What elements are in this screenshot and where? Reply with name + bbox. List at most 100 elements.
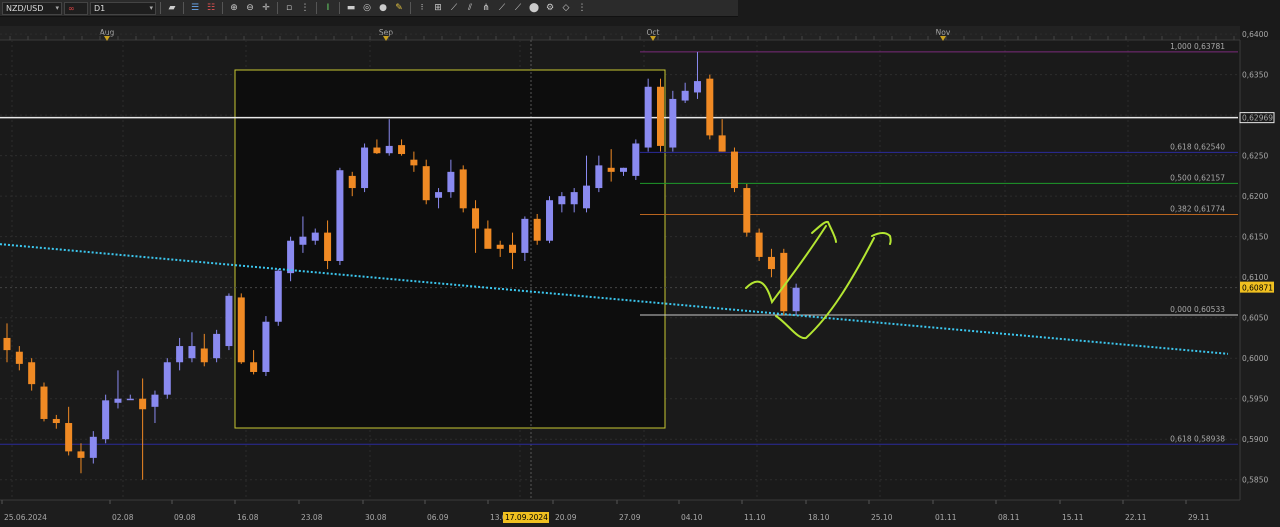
candle-body [484,228,492,249]
more-icon[interactable]: ⋮ [575,2,589,14]
zoom-in-icon[interactable]: ⊕ [227,2,241,14]
candle-body [422,166,430,201]
link-select[interactable]: ∞ [64,1,88,15]
chevron-down-icon: ▾ [55,3,59,12]
symbol-select[interactable]: NZD/USD ▾ [2,1,62,15]
timeframe-label: D1 [94,3,106,13]
candle-icon[interactable]: ☷ [204,2,218,14]
cursor-icon[interactable]: ▫ [282,2,296,14]
candle-body [299,236,307,245]
chevron-down-icon: ▾ [149,3,153,12]
pen-icon[interactable]: ⟋ [495,2,509,14]
price-tick-label: 0,6000 [1242,354,1268,363]
candle [546,196,554,244]
candle-body [607,167,615,172]
candle-body [28,362,36,385]
price-chart[interactable]: Aug Sep Oct Nov 1,000 0,63781 0,618 0,62540 0,… [0,26,1280,527]
candle-body [410,159,418,166]
settings-icon[interactable]: ◎ [360,2,374,14]
month-label: Aug [100,28,115,37]
candle-body [693,81,701,93]
candle-body [792,287,800,312]
candle-body [311,232,319,241]
candle-body [521,218,529,253]
candle-body [176,346,184,363]
shapes-icon[interactable]: ▬ [344,2,358,14]
candle-body [151,394,159,407]
candle-body [262,321,270,372]
fibonacci-icon[interactable]: ⁝ [415,2,429,14]
brush-icon[interactable]: ⟋ [511,2,525,14]
crosshair-icon[interactable]: ✛ [259,2,273,14]
candle [422,159,430,205]
date-tick-label: 01.11 [935,513,957,522]
candle [706,74,714,140]
pitchfork-icon[interactable]: ⋔ [479,2,493,14]
chart-type-icon[interactable]: ▰ [165,2,179,14]
fib-level-label: 0,500 0,62157 [1170,173,1225,182]
candle-body [546,200,554,241]
date-tick-label: 20.09 [555,513,577,522]
price-tick-label: 0,6100 [1242,273,1268,282]
label-icon[interactable]: Ⅰ [321,2,335,14]
trendline-icon[interactable]: ⟋ [447,2,461,14]
candle [644,78,652,152]
candle-body [250,362,258,372]
channel-icon[interactable]: ⫽ [463,2,477,14]
circle-icon[interactable]: ⬤ [527,2,541,14]
candle-body [361,147,369,189]
candle-body [583,185,591,209]
candle-body [472,208,480,229]
grid-icon[interactable]: ⊞ [431,2,445,14]
candle-body [755,232,763,257]
price-tick-label: 0,6400 [1242,30,1268,39]
date-tick-label: 22.11 [1125,513,1147,522]
candle-body [656,86,664,146]
candle-body [385,145,393,154]
candle [213,329,221,363]
toolbar: NZD/USD ▾ ∞ D1 ▾ ▰ ☰ ☷ ⊕ ⊖ ✛ ▫ ⋮ Ⅰ ▬ ◎ ●… [0,0,738,17]
candle [755,228,763,261]
price-tick-label: 0,6200 [1242,192,1268,201]
bar-icon[interactable]: ☰ [188,2,202,14]
price-tick-label: 0,6150 [1242,233,1268,242]
date-tick-label: 06.09 [427,513,449,522]
month-label: Sep [379,28,393,37]
date-tick-label: 11.10 [744,513,766,522]
zoom-out-icon[interactable]: ⊖ [243,2,257,14]
date-tick-label: 16.08 [237,513,259,522]
text-icon[interactable]: ⋮ [298,2,312,14]
candle-body [348,175,356,189]
candle [274,269,282,326]
date-tick-label: 09.08 [174,513,196,522]
candle-body [595,165,603,189]
candle-body [644,86,652,148]
timeframe-select[interactable]: D1 ▾ [90,1,156,15]
candle-body [114,398,122,403]
eraser-icon[interactable]: ◇ [559,2,573,14]
candle-body [287,240,295,274]
toolbar-divider [222,2,223,14]
candle [632,139,640,180]
price-tick-label: 0,6350 [1242,71,1268,80]
candle-body [620,167,627,172]
pencil-icon[interactable]: ✎ [392,2,406,14]
price-tick-label: 0,5950 [1242,395,1268,404]
candle-body [570,192,578,205]
gear-icon[interactable]: ⚙ [543,2,557,14]
candle-body [213,333,221,359]
candle-body [558,196,566,205]
candle [40,382,48,422]
date-tick-label: 15.11 [1062,513,1084,522]
selection-box [234,69,666,429]
candle-body [163,362,171,395]
price-tick-label: 0,6250 [1242,152,1268,161]
candle-body [126,398,134,401]
candle-body [447,171,455,193]
candle [669,90,677,152]
date-tick-label: 18.10 [808,513,830,522]
price-tick-label: 0,6050 [1242,314,1268,323]
candle-body [706,78,714,136]
circle-icon[interactable]: ● [376,2,390,14]
candle-body [730,151,738,189]
